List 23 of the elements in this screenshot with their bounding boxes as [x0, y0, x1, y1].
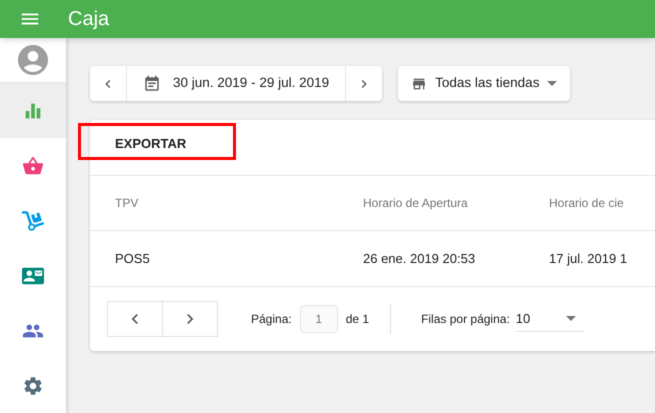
store-icon	[411, 76, 428, 92]
page-label: Página:	[251, 311, 292, 328]
rows-per-page-select[interactable]: 10	[516, 306, 584, 332]
store-select[interactable]: Todas las tiendas	[398, 66, 570, 101]
sidebar-item[interactable]	[0, 358, 66, 413]
page-title: Caja	[68, 7, 110, 32]
date-range[interactable]: 30 jun. 2019 - 29 jul. 2019	[173, 73, 330, 94]
sidebar-item[interactable]	[0, 83, 66, 138]
page-field[interactable]: 1	[300, 305, 338, 333]
export-button[interactable]: EXPORTAR	[104, 128, 198, 158]
column-header: Horario de cie	[549, 195, 625, 212]
table-cell-text: 26 ene. 2019 20:53	[363, 250, 476, 268]
dropdown-caret-icon	[566, 316, 576, 321]
column-header: Horario de Apertura	[363, 195, 469, 212]
sidebar-item[interactable]	[0, 138, 66, 193]
column-header: TPV	[114, 195, 140, 212]
rows-per-page-label: Filas por página:	[421, 311, 510, 328]
table-cell-text: 17 jul. 2019 1	[549, 250, 628, 268]
dropdown-caret-icon	[547, 81, 558, 86]
table-cell-text: POS5	[114, 250, 151, 268]
page-count: de 1	[346, 311, 370, 328]
avatar-icon[interactable]	[15, 42, 51, 78]
calendar-icon	[143, 74, 161, 92]
